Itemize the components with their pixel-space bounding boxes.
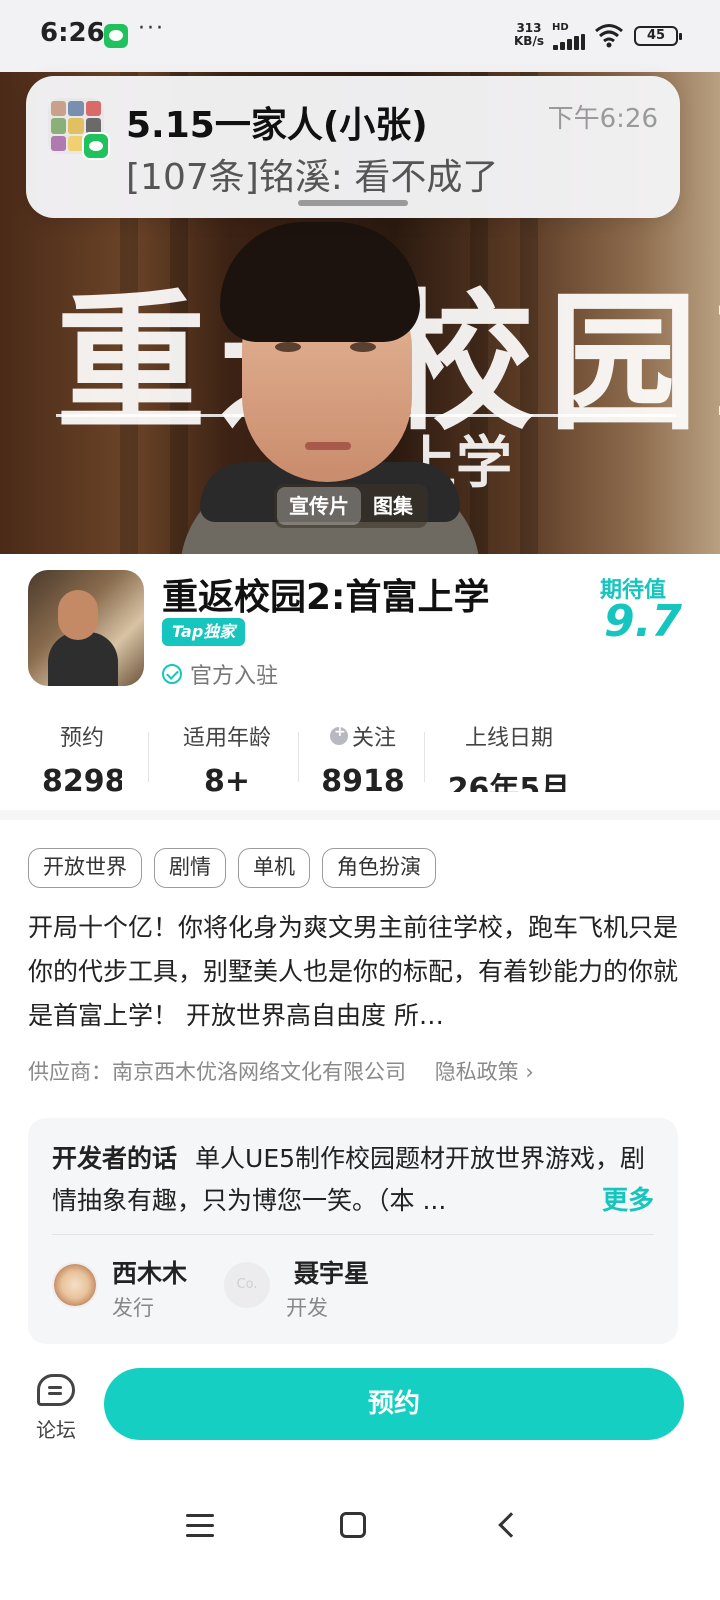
supplier-info: 供应商：南京西木优洛网络文化有限公司 隐私政策 › (28, 1056, 534, 1086)
status-bar: 6:26 ··· 313 KB/s HD 45 (0, 0, 720, 72)
cellular-signal-icon (553, 34, 585, 50)
stat-followers[interactable]: 关注 8918 (318, 720, 408, 792)
stat-age-rating: 适用年龄 8+ (172, 720, 282, 792)
stat-value: 8918 (321, 764, 405, 792)
supplier-label: 供应商：南京西木优洛网络文化有限公司 (28, 1060, 406, 1084)
privacy-policy-link[interactable]: 隐私政策 › (435, 1060, 534, 1084)
forum-button[interactable]: 论坛 (32, 1374, 80, 1443)
expectation-score: 9.7 (604, 596, 682, 647)
system-navigation-bar (0, 1480, 720, 1600)
stat-value: 8+ (203, 764, 250, 792)
tap-exclusive-badge: Tap独家 (162, 618, 246, 646)
stat-release-date: 上线日期 26年5月 (444, 720, 574, 792)
game-description[interactable]: 开局十个亿！你将化身为爽文男主前往学校，跑车飞机只是你的代步工具，别墅美人也是你… (28, 906, 688, 1038)
tag-rpg[interactable]: 角色扮演 (322, 848, 436, 888)
stat-label: 适用年龄 (182, 726, 271, 751)
privacy-policy-label: 隐私政策 (434, 1060, 519, 1084)
notification-time: 下午6:26 (547, 104, 658, 134)
section-divider (0, 810, 720, 820)
notification-drag-handle[interactable] (298, 200, 408, 206)
hd-indicator: HD (552, 22, 569, 33)
game-title: 重返校园2:首富上学 (162, 577, 490, 618)
stat-label: 上线日期 (464, 726, 553, 751)
tab-gallery[interactable]: 图集 (361, 487, 425, 525)
publisher-name[interactable]: 西木木 (112, 1254, 187, 1290)
card-divider (52, 1234, 654, 1235)
more-notifications-icon: ··· (138, 16, 165, 41)
stats-row: 预约 8298 适用年龄 8+ 关注 8918 上线日期 26年5月 (0, 720, 720, 800)
status-time: 6:26 (40, 18, 105, 48)
tag-open-world[interactable]: 开放世界 (28, 848, 142, 888)
wechat-icon (82, 132, 110, 160)
recent-apps-icon[interactable] (186, 1514, 214, 1538)
stat-label: 预约 (59, 726, 104, 751)
tab-trailer[interactable]: 宣传片 (277, 487, 361, 525)
tag-story[interactable]: 剧情 (154, 848, 226, 888)
game-icon[interactable] (28, 570, 144, 686)
developer-role: 开发 (286, 1296, 328, 1320)
official-verified: 官方入驻 (162, 658, 278, 690)
forum-label: 论坛 (36, 1418, 76, 1442)
notification-message: [107条]铭溪: 看不成了 (126, 157, 499, 198)
wifi-icon (595, 24, 623, 48)
home-icon[interactable] (340, 1512, 366, 1538)
follow-icon (329, 724, 348, 745)
developer-card: 开发者的话 单人UE5制作校园题材开放世界游戏，剧情抽象有趣，只为博您一笑。（本 … (28, 1118, 678, 1344)
stat-label: 关注 (351, 726, 396, 751)
developer-note-heading: 开发者的话 (52, 1144, 178, 1173)
back-icon[interactable] (498, 1512, 524, 1538)
wechat-notification-banner[interactable]: 5.15一家人(小张) 下午6:26 [107条]铭溪: 看不成了 (26, 76, 680, 218)
battery-icon: 45 (634, 26, 682, 46)
genre-tags: 开放世界 剧情 单机 角色扮演 (28, 848, 436, 888)
notification-title: 5.15一家人(小张) (126, 105, 428, 146)
more-link[interactable]: 更多 (595, 1180, 654, 1217)
stat-value: 8298 (42, 764, 122, 792)
tag-single-player[interactable]: 单机 (238, 848, 310, 888)
verified-check-icon (162, 664, 182, 684)
developer-name[interactable]: 聂宇星 (294, 1254, 369, 1290)
stat-value: 26年5月 (447, 772, 571, 792)
reserve-button[interactable]: 预约 (104, 1368, 684, 1440)
forum-icon (37, 1374, 75, 1406)
official-label: 官方入驻 (190, 664, 279, 689)
wechat-notification-icon (104, 24, 128, 48)
stat-reservations: 预约 8298 (42, 720, 122, 792)
network-speed-unit: KB/s (514, 34, 544, 48)
publisher-avatar[interactable] (52, 1262, 98, 1308)
media-tabs: 宣传片 图集 (274, 484, 428, 528)
network-speed: 313 KB/s (514, 22, 544, 48)
developer-avatar[interactable]: Co. (224, 1262, 270, 1308)
developer-note[interactable]: 开发者的话 单人UE5制作校园题材开放世界游戏，剧情抽象有趣，只为博您一笑。（本 … (52, 1138, 662, 1222)
publisher-role: 发行 (112, 1296, 154, 1320)
